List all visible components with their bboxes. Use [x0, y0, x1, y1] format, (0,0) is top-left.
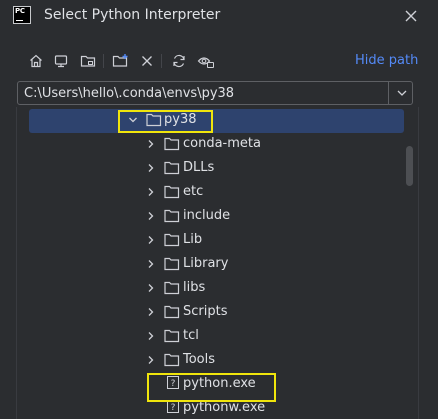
chevron-right-icon[interactable] [145, 306, 157, 318]
project-folder-icon[interactable] [77, 50, 99, 72]
title-bar: PC Select Python Interpreter [0, 0, 438, 34]
folder-icon [164, 329, 180, 343]
tree-row-folder[interactable]: conda-meta [17, 133, 407, 157]
tree-row-label: libs [183, 280, 206, 295]
refresh-icon[interactable] [168, 50, 190, 72]
chevron-right-icon[interactable] [145, 330, 157, 342]
toolbar-separator [103, 54, 104, 68]
path-input[interactable] [24, 85, 384, 101]
tree-row-folder[interactable]: DLLs [17, 157, 407, 181]
folder-icon [164, 209, 180, 223]
tree-row-label: include [183, 208, 231, 223]
tree-row-folder[interactable]: include [17, 205, 407, 229]
chevron-right-icon[interactable] [145, 258, 157, 270]
tree-row-folder[interactable]: Library [17, 253, 407, 277]
folder-icon [164, 233, 180, 247]
delete-icon[interactable] [136, 50, 158, 72]
tree-row-label: Lib [183, 232, 203, 247]
chevron-right-icon[interactable] [145, 234, 157, 246]
chevron-right-icon[interactable] [145, 210, 157, 222]
tree-row-label: Scripts [183, 304, 228, 319]
tree-row-label: tcl [183, 328, 199, 343]
tree-row-folder[interactable]: Tools [17, 349, 407, 373]
folder-icon [164, 281, 180, 295]
folder-icon [164, 305, 180, 319]
path-combobox[interactable] [17, 81, 413, 105]
chevron-down-icon[interactable] [393, 84, 411, 102]
chevron-right-icon[interactable] [145, 138, 157, 150]
tree-row-folder[interactable]: Scripts [17, 301, 407, 325]
highlight-box-py38 [118, 110, 213, 133]
chevron-right-icon[interactable] [145, 186, 157, 198]
tree-row-label: conda-meta [183, 136, 261, 151]
toolbar: Hide path [0, 50, 438, 74]
path-field-divider [388, 82, 389, 104]
tree-row-label: pythonw.exe [183, 400, 266, 415]
folder-icon [164, 185, 180, 199]
tree-row-label: etc [183, 184, 204, 199]
tree-row-folder[interactable]: tcl [17, 325, 407, 349]
highlight-box-python-exe [147, 373, 276, 402]
tree-row-folder[interactable]: Lib [17, 229, 407, 253]
folder-icon [164, 137, 180, 151]
desktop-icon[interactable] [50, 50, 72, 72]
new-folder-icon[interactable] [110, 50, 132, 72]
tree-row-label: DLLs [183, 160, 215, 175]
tree-row-folder[interactable]: etc [17, 181, 407, 205]
folder-icon [164, 257, 180, 271]
folder-icon [164, 353, 180, 367]
pycharm-logo-icon: PC [13, 6, 31, 24]
tree-row-folder[interactable]: libs [17, 277, 407, 301]
vertical-scrollbar-thumb[interactable] [406, 146, 413, 186]
chevron-right-icon[interactable] [145, 354, 157, 366]
close-icon[interactable] [402, 7, 420, 25]
home-icon[interactable] [25, 50, 47, 72]
dialog-title: Select Python Interpreter [44, 7, 221, 23]
tree-row-label: Library [183, 256, 229, 271]
svg-text:?: ? [171, 403, 176, 413]
tree-row-label: Tools [183, 352, 216, 367]
tree-row-py38[interactable]: py38 [29, 109, 404, 133]
hidden-files-icon[interactable] [195, 50, 217, 72]
toolbar-separator [161, 54, 162, 68]
hide-path-link[interactable]: Hide path [355, 53, 418, 68]
chevron-right-icon[interactable] [145, 162, 157, 174]
chevron-right-icon[interactable] [145, 282, 157, 294]
folder-icon [164, 161, 180, 175]
